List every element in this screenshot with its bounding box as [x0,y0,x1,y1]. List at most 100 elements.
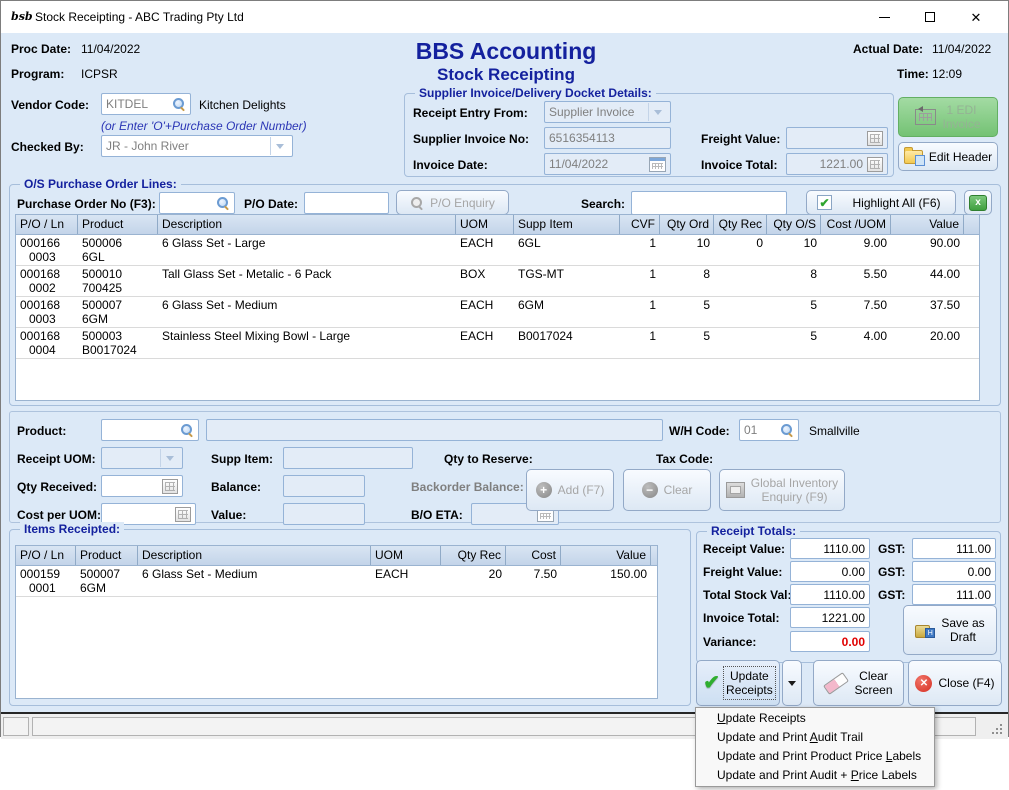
col-po-ln[interactable]: P/O / Ln [16,215,78,234]
table-row[interactable]: 0001680002 500010700425 Tall Glass Set -… [16,266,979,297]
col-product[interactable]: Product [76,546,138,565]
search-input[interactable] [631,191,787,215]
maximize-button[interactable] [907,1,953,33]
screen: bsb Stock Receipting - ABC Trading Pty L… [0,0,1009,790]
calculator-icon[interactable] [867,157,883,172]
value-label: Value: [211,508,246,522]
product-label: Product: [17,424,66,438]
variance-value: 0.00 [842,635,865,649]
folder-icon [904,150,923,164]
menu-item-update-print-audit-trail[interactable]: Update and Print Audit Trail [696,728,934,747]
cell-description: Tall Glass Set - Metalic - 6 Pack [158,266,456,296]
close-f4-label: Close (F4) [938,676,994,690]
invoice-total-field[interactable]: 1221.00 [786,153,888,175]
calculator-icon[interactable] [867,131,883,146]
qty-received-field[interactable] [101,475,183,497]
export-excel-button[interactable] [964,190,992,215]
clear-button[interactable]: − Clear [623,469,711,511]
total-stock-value: 1110.00 [823,588,865,602]
save-as-draft-button[interactable]: Save as Draft [903,605,997,655]
supp-item-field[interactable] [283,447,413,469]
menu-item-update-print-audit-price-labels[interactable]: Update and Print Audit + Price Labels [696,766,934,785]
menu-text: abels [892,749,921,763]
cell-cost-uom: 9.00 [821,235,891,265]
col-product[interactable]: Product [78,215,158,234]
menu-item-update-receipts[interactable]: Update Receipts [696,709,934,728]
col-qty-rec[interactable]: Qty Rec [714,215,767,234]
po-no-field[interactable] [159,192,235,214]
col-value[interactable]: Value [891,215,964,234]
col-description[interactable]: Description [158,215,456,234]
update-receipts-button[interactable]: ✔ Update Receipts [696,660,780,706]
col-qty-ord[interactable]: Qty Ord [660,215,714,234]
calendar-icon[interactable] [649,157,666,172]
chevron-down-icon[interactable] [270,137,288,155]
app-logo-icon: bsb [11,8,29,26]
col-uom[interactable]: UOM [456,215,514,234]
app-window: bsb Stock Receipting - ABC Trading Pty L… [0,0,1009,737]
calculator-icon[interactable] [175,507,191,522]
gst3-value: 111.00 [956,588,991,602]
chevron-down-icon[interactable] [160,449,178,467]
wh-search-icon[interactable] [780,423,794,437]
freight-value-field[interactable] [786,127,888,149]
global-inventory-enquiry-button[interactable]: Global Inventory Enquiry (F9) [719,469,845,511]
gst-label: GST: [878,542,905,556]
col-cvf[interactable]: CVF [620,215,660,234]
col-description[interactable]: Description [138,546,371,565]
minimize-button[interactable] [861,1,907,33]
col-qty-rec[interactable]: Qty Rec [441,546,506,565]
col-uom[interactable]: UOM [371,546,441,565]
cell-qty-ord: 5 [660,297,714,327]
cell-ln: 0003 [20,250,74,264]
col-qty-os[interactable]: Qty O/S [767,215,821,234]
product-field[interactable] [101,419,199,441]
wh-code-label: W/H Code: [669,424,730,438]
close-f4-button[interactable]: Close (F4) [908,660,1002,706]
supplier-invoice-group-label: Supplier Invoice/Delivery Docket Details… [415,86,656,101]
cell-uom: EACH [371,566,441,596]
time-value: 12:09 [932,67,962,81]
clear-screen-button[interactable]: Clear Screen [813,660,904,706]
edi-invoice-button[interactable]: 1 EDI Invoice [898,97,998,137]
wh-code-field[interactable]: 01 [739,419,799,441]
invoice-date-field[interactable]: 11/04/2022 [544,153,671,175]
table-row[interactable]: 0001660003 5000066GL 6 Glass Set - Large… [16,235,979,266]
col-po-ln[interactable]: P/O / Ln [16,546,76,565]
vendor-code-field[interactable]: KITDEL [101,93,191,115]
update-receipts-dropdown-button[interactable] [782,660,802,706]
supplier-invoice-no-field[interactable]: 6516354113 [544,127,671,149]
add-button[interactable]: + Add (F7) [526,469,614,511]
table-row[interactable]: 0001680004 500003B0017024 Stainless Stee… [16,328,979,359]
po-date-field[interactable] [304,192,389,214]
invoice-date-value: 11/04/2022 [549,157,608,171]
clear-button-label: Clear [664,483,693,497]
receipt-value: 1110.00 [823,542,865,556]
vendor-name: Kitchen Delights [199,98,286,112]
product-search-icon[interactable] [180,423,194,437]
col-cost[interactable]: Cost [506,546,561,565]
resize-grip[interactable] [1000,732,1002,734]
maximize-icon [925,12,935,22]
clear-screen-line2: Screen [854,683,892,697]
po-search-icon[interactable] [216,196,230,210]
cell-cvf: 1 [620,266,660,296]
receipt-uom-select[interactable] [101,447,183,469]
receipt-entry-from-select[interactable]: Supplier Invoice [544,101,671,123]
menu-item-update-print-price-labels[interactable]: Update and Print Product Price Labels [696,747,934,766]
table-row[interactable]: 0001590001 5000076GM 6 Glass Set - Mediu… [16,566,657,597]
checked-by-select[interactable]: JR - John River [101,135,293,157]
po-enquiry-button[interactable]: P/O Enquiry [396,190,509,215]
highlight-all-button[interactable]: ✔ Highlight All (F6) [806,190,956,215]
cell-description: 6 Glass Set - Medium [138,566,371,596]
vendor-search-icon[interactable] [172,97,186,111]
chevron-down-icon[interactable] [648,103,666,121]
calculator-icon[interactable] [162,479,178,494]
col-value[interactable]: Value [561,546,651,565]
close-window-button[interactable]: ✕ [953,1,999,33]
edit-header-button[interactable]: Edit Header [898,142,998,171]
edi-icon [915,109,936,125]
col-supp-item[interactable]: Supp Item [514,215,620,234]
table-row[interactable]: 0001680003 5000076GM 6 Glass Set - Mediu… [16,297,979,328]
col-cost-uom[interactable]: Cost /UOM [821,215,891,234]
